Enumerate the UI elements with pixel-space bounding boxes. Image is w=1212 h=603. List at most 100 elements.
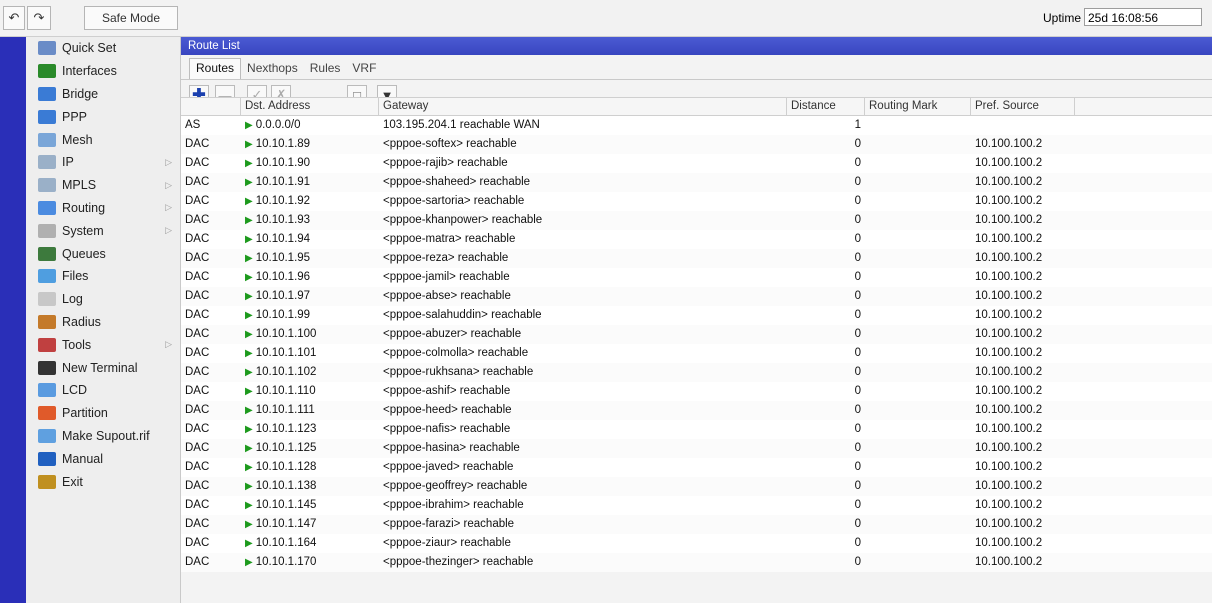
cell-dist: 0 [854, 290, 861, 302]
table-row[interactable]: DAC ▶ 10.10.1.164 <pppoe-ziaur> reachable 0 1… [181, 534, 1212, 553]
sidebar-item-queues[interactable]: Queues [26, 242, 180, 265]
active-route-icon: ▶ [245, 310, 253, 321]
sidebar-item-mesh[interactable]: Mesh [26, 128, 180, 151]
sidebar-item-label: Manual [62, 451, 103, 466]
cell-dist: 0 [854, 556, 861, 568]
table-row[interactable]: DAC ▶ 10.10.1.97 <pppoe-abse> reachable 0 10.… [181, 287, 1212, 306]
table-row[interactable]: DAC ▶ 10.10.1.145 <pppoe-ibrahim> reachable… [181, 496, 1212, 515]
safe-mode-button[interactable]: Safe Mode [84, 6, 178, 30]
table-row[interactable]: DAC ▶ 10.10.1.123 <pppoe-nafis> reachable 0 1… [181, 420, 1212, 439]
cell-dst: ▶ 10.10.1.96 [241, 268, 379, 287]
table-row[interactable]: AS ▶ 0.0.0.0/0 103.195.204.1 reachable WAN 1 [181, 116, 1212, 135]
cell-dst: ▶ 10.10.1.102 [241, 363, 379, 382]
active-route-icon: ▶ [245, 386, 253, 397]
table-row[interactable]: DAC ▶ 10.10.1.128 <pppoe-javed> reachable 0 1… [181, 458, 1212, 477]
header-gateway[interactable]: Gateway [379, 98, 787, 115]
sidebar-item-lcd[interactable]: LCD [26, 379, 180, 402]
cell-rm [865, 173, 971, 192]
sidebar-item-ip[interactable]: IP ▷ [26, 151, 180, 174]
active-route-icon: ▶ [245, 405, 253, 416]
terminal-icon [38, 360, 56, 375]
header-distance[interactable]: Distance [787, 98, 865, 115]
sidebar-item-interfaces[interactable]: Interfaces [26, 60, 180, 83]
sidebar-item-radius[interactable]: Radius [26, 311, 180, 334]
sidebar-item-quick-set[interactable]: Quick Set [26, 37, 180, 60]
table-row[interactable]: DAC ▶ 10.10.1.89 <pppoe-softex> reachable 0 1… [181, 135, 1212, 154]
active-route-icon: ▶ [245, 329, 253, 340]
dst-address-text: 10.10.1.102 [255, 366, 317, 378]
sidebar-item-label: Quick Set [62, 41, 117, 56]
dst-address-text: 10.10.1.99 [255, 309, 311, 321]
sidebar-item-label: IP [62, 155, 74, 170]
cell-pref: 10.100.100.2 [975, 366, 1043, 378]
sidebar-item-files[interactable]: Files [26, 265, 180, 288]
cell-gw: <pppoe-thezinger> reachable [383, 556, 534, 568]
sidebar-item-routing[interactable]: Routing ▷ [26, 197, 180, 220]
table-row[interactable]: DAC ▶ 10.10.1.100 <pppoe-abuzer> reachable 0… [181, 325, 1212, 344]
cell-pref: 10.100.100.2 [975, 385, 1043, 397]
table-row[interactable]: DAC ▶ 10.10.1.138 <pppoe-geoffrey> reachabl… [181, 477, 1212, 496]
tab-rules[interactable]: Rules [304, 59, 347, 79]
table-row[interactable]: DAC ▶ 10.10.1.110 <pppoe-ashif> reachable 0 1… [181, 382, 1212, 401]
active-route-icon: ▶ [245, 139, 253, 150]
table-row[interactable]: DAC ▶ 10.10.1.111 <pppoe-heed> reachable 0 10… [181, 401, 1212, 420]
table-row[interactable]: DAC ▶ 10.10.1.101 <pppoe-colmolla> reachabl… [181, 344, 1212, 363]
dst-address-text: 10.10.1.93 [255, 214, 311, 226]
tab-nexthops[interactable]: Nexthops [241, 59, 304, 79]
undo-button[interactable]: ↶ [3, 6, 25, 30]
tab-routes[interactable]: Routes [189, 58, 242, 79]
manual-icon [38, 451, 56, 466]
cell-pref: 10.100.100.2 [975, 252, 1043, 264]
tab-vrf[interactable]: VRF [346, 59, 382, 79]
header-dst-address[interactable]: Dst. Address [241, 98, 379, 115]
sidebar-item-tools[interactable]: Tools ▷ [26, 333, 180, 356]
cell-pref: 10.100.100.2 [975, 499, 1043, 511]
sidebar-item-ppp[interactable]: PPP [26, 105, 180, 128]
cell-flags: DAC [185, 252, 210, 264]
cell-flags: DAC [185, 157, 210, 169]
cell-dst: ▶ 10.10.1.97 [241, 287, 379, 306]
cell-dist: 0 [854, 442, 861, 454]
sidebar-item-exit[interactable]: Exit [26, 470, 180, 493]
cell-gw: <pppoe-shaheed> reachable [383, 176, 531, 188]
table-row[interactable]: DAC ▶ 10.10.1.92 <pppoe-sartoria> reachable… [181, 192, 1212, 211]
cell-dist: 0 [854, 423, 861, 435]
sidebar-item-system[interactable]: System ▷ [26, 219, 180, 242]
table-row[interactable]: DAC ▶ 10.10.1.96 <pppoe-jamil> reachable 0 10… [181, 268, 1212, 287]
table-row[interactable]: DAC ▶ 10.10.1.147 <pppoe-farazi> reachable 0… [181, 515, 1212, 534]
header-flags[interactable] [181, 98, 241, 115]
header-routing-mark[interactable]: Routing Mark [865, 98, 971, 115]
cell-rm [865, 439, 971, 458]
table-row[interactable]: DAC ▶ 10.10.1.125 <pppoe-hasina> reachable 0… [181, 439, 1212, 458]
supout-icon [38, 428, 56, 443]
cell-pref: 10.100.100.2 [975, 347, 1043, 359]
table-row[interactable]: DAC ▶ 10.10.1.102 <pppoe-rukhsana> reachabl… [181, 363, 1212, 382]
header-pref-source[interactable]: Pref. Source [971, 98, 1075, 115]
cell-dst: ▶ 10.10.1.138 [241, 477, 379, 496]
cell-dist: 0 [854, 518, 861, 530]
table-row[interactable]: DAC ▶ 10.10.1.95 <pppoe-reza> reachable 0 10.… [181, 249, 1212, 268]
cell-flags: DAC [185, 290, 210, 302]
cell-flags: DAC [185, 195, 210, 207]
sidebar-item-log[interactable]: Log [26, 288, 180, 311]
redo-button[interactable]: ↷ [27, 6, 51, 30]
cell-dst: ▶ 10.10.1.110 [241, 382, 379, 401]
sidebar-item-new-terminal[interactable]: New Terminal [26, 356, 180, 379]
cell-rm [865, 496, 971, 515]
active-route-icon: ▶ [245, 500, 253, 511]
table-row[interactable]: DAC ▶ 10.10.1.93 <pppoe-khanpower> reachabl… [181, 211, 1212, 230]
cell-dist: 0 [854, 176, 861, 188]
sidebar-item-mpls[interactable]: MPLS ▷ [26, 174, 180, 197]
table-row[interactable]: DAC ▶ 10.10.1.94 <pppoe-matra> reachable 0 10… [181, 230, 1212, 249]
sidebar-menu: Quick Set Interfaces Bridge PPP Mesh IP ▷ MPLS ▷… [26, 37, 181, 603]
cell-flags: DAC [185, 138, 210, 150]
sidebar-item-bridge[interactable]: Bridge [26, 83, 180, 106]
sidebar-item-label: System [62, 223, 104, 238]
table-row[interactable]: DAC ▶ 10.10.1.90 <pppoe-rajib> reachable 0 10… [181, 154, 1212, 173]
table-row[interactable]: DAC ▶ 10.10.1.170 <pppoe-thezinger> reachab… [181, 553, 1212, 572]
table-row[interactable]: DAC ▶ 10.10.1.99 <pppoe-salahuddin> reachab… [181, 306, 1212, 325]
sidebar-item-make-supout-rif[interactable]: Make Supout.rif [26, 425, 180, 448]
sidebar-item-partition[interactable]: Partition [26, 402, 180, 425]
table-row[interactable]: DAC ▶ 10.10.1.91 <pppoe-shaheed> reachable 0… [181, 173, 1212, 192]
sidebar-item-manual[interactable]: Manual [26, 447, 180, 470]
